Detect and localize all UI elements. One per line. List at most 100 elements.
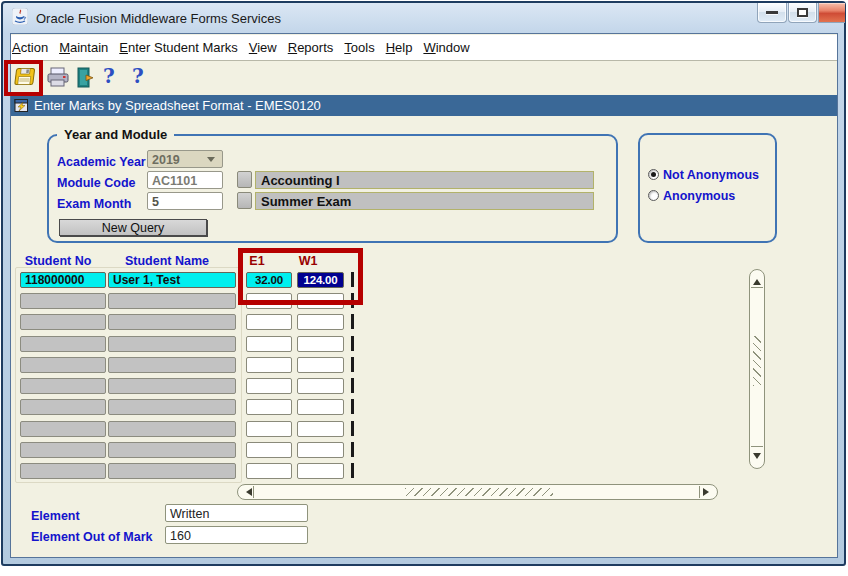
scroll-left-icon[interactable] (242, 488, 252, 496)
print-icon[interactable] (46, 67, 70, 93)
menu-window[interactable]: Window (423, 40, 469, 55)
close-button[interactable] (818, 3, 845, 23)
student-name-cell[interactable] (108, 336, 236, 352)
w1-mark-cell[interactable] (297, 399, 344, 415)
w1-mark-cell[interactable] (297, 336, 344, 352)
menu-reports[interactable]: Reports (288, 40, 334, 55)
next-column-edge (351, 442, 354, 457)
student-name-cell[interactable] (108, 314, 236, 330)
next-column-edge (351, 357, 354, 372)
menu-view[interactable]: View (249, 40, 277, 55)
student-no-cell[interactable] (20, 421, 106, 437)
form-titlebar: Enter Marks by Spreadsheet Format - EMES… (11, 95, 837, 116)
w1-mark-cell[interactable] (297, 442, 344, 458)
element-out-of-mark-label: Element Out of Mark (31, 530, 153, 544)
student-no-cell[interactable] (20, 314, 106, 330)
w1-mark-cell[interactable] (297, 463, 344, 479)
next-column-edge (351, 378, 354, 393)
element-out-of-mark-field[interactable]: 160 (165, 526, 308, 544)
menu-maintain[interactable]: Maintain (59, 40, 108, 55)
student-name-cell[interactable] (108, 463, 236, 479)
column-header-student-name: Student Name (103, 254, 231, 268)
scroll-up-icon[interactable] (753, 275, 761, 285)
student-name-cell[interactable] (108, 378, 236, 394)
menu-enter-student-marks[interactable]: Enter Student Marks (119, 40, 238, 55)
anonymity-groupbox (638, 133, 777, 243)
window-title: Oracle Fusion Middleware Forms Services (36, 11, 281, 26)
year-module-group-title: Year and Module (57, 127, 174, 142)
w1-mark-cell[interactable] (297, 314, 344, 330)
not-anonymous-label: Not Anonymous (663, 168, 759, 182)
anonymous-radio[interactable] (648, 190, 659, 201)
e1-mark-cell[interactable] (246, 314, 292, 330)
new-query-button[interactable]: New Query (59, 219, 207, 236)
student-no-cell[interactable] (20, 357, 106, 373)
exam-month-lov-button[interactable] (237, 192, 252, 209)
scrollbar-grip[interactable] (405, 488, 553, 496)
student-no-cell[interactable] (20, 336, 106, 352)
e1-mark-cell[interactable] (246, 399, 292, 415)
minimize-button[interactable] (757, 3, 787, 23)
not-anonymous-radio[interactable] (648, 169, 659, 180)
chevron-down-icon[interactable] (207, 157, 215, 166)
student-name-cell[interactable] (108, 293, 236, 309)
e1-mark-cell[interactable] (246, 336, 292, 352)
radio-dot (651, 172, 656, 177)
e1-mark-cell[interactable] (246, 463, 292, 479)
student-no-cell[interactable] (20, 399, 106, 415)
anonymous-label: Anonymous (663, 189, 735, 203)
scrollbar-thumb-right (699, 486, 700, 498)
student-no-cell[interactable] (20, 378, 106, 394)
scrollbar-grip[interactable] (753, 336, 761, 386)
scroll-down-icon[interactable] (753, 453, 761, 463)
next-column-edge (351, 314, 354, 329)
exit-icon[interactable] (75, 66, 99, 94)
module-code-field[interactable]: AC1101 (147, 171, 223, 189)
student-no-cell[interactable]: 118000000 (20, 272, 106, 288)
menu-help[interactable]: Help (386, 40, 413, 55)
form-title: Enter Marks by Spreadsheet Format - EMES… (34, 98, 321, 113)
menu-bar: Action Maintain Enter Student Marks View… (11, 35, 837, 61)
exam-month-field[interactable]: 5 (147, 192, 223, 210)
menu-tools[interactable]: Tools (344, 40, 374, 55)
student-name-cell[interactable]: User 1, Test (108, 272, 236, 288)
screenshot-root: Oracle Fusion Middleware Forms Services … (0, 0, 848, 576)
exam-month-label: Exam Month (57, 197, 131, 211)
w1-mark-cell[interactable] (297, 421, 344, 437)
next-column-edge (351, 336, 354, 351)
student-name-cell[interactable] (108, 399, 236, 415)
student-no-cell[interactable] (20, 442, 106, 458)
element-field[interactable]: Written (165, 504, 308, 522)
maximize-button[interactable] (788, 3, 817, 23)
java-icon (12, 8, 28, 29)
restore-icon (797, 8, 808, 17)
menu-action[interactable]: Action (12, 40, 48, 55)
vertical-scrollbar[interactable] (749, 269, 765, 469)
student-no-cell[interactable] (20, 293, 106, 309)
annotation-box-marks (238, 248, 363, 305)
e1-mark-cell[interactable] (246, 378, 292, 394)
column-header-student-no: Student No (15, 254, 101, 268)
help-alt-icon[interactable]: ? (132, 64, 144, 88)
module-code-lov-button[interactable] (237, 171, 252, 188)
w1-mark-cell[interactable] (297, 357, 344, 373)
e1-mark-cell[interactable] (246, 421, 292, 437)
scrollbar-thumb-top (751, 287, 763, 288)
student-name-cell[interactable] (108, 357, 236, 373)
horizontal-scrollbar[interactable] (237, 484, 718, 500)
student-name-cell[interactable] (108, 442, 236, 458)
w1-mark-cell[interactable] (297, 378, 344, 394)
minimize-icon (766, 11, 778, 14)
next-column-edge (351, 421, 354, 436)
e1-mark-cell[interactable] (246, 442, 292, 458)
e1-mark-cell[interactable] (246, 357, 292, 373)
scrollbar-thumb-left (253, 486, 254, 498)
student-no-cell[interactable] (20, 463, 106, 479)
student-name-cell[interactable] (108, 421, 236, 437)
scroll-right-icon[interactable] (703, 488, 713, 496)
scrollbar-thumb-bottom (751, 446, 763, 447)
next-column-edge (351, 399, 354, 414)
annotation-box-save (4, 60, 43, 96)
form-window-icon (14, 98, 29, 113)
help-icon[interactable]: ? (103, 64, 115, 88)
